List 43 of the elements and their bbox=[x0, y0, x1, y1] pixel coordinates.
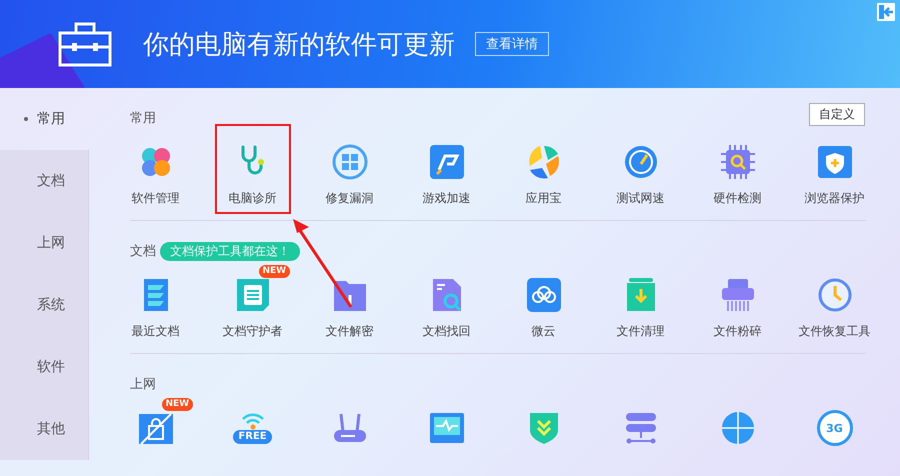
tool-button[interactable]: 浏览器保护 bbox=[796, 124, 872, 214]
tool-button[interactable]: 应用宝 bbox=[506, 124, 582, 214]
sidebar-item[interactable]: 常用 bbox=[0, 88, 89, 150]
chip-icon bbox=[720, 144, 756, 180]
sidebar-item[interactable]: 上网 bbox=[0, 212, 89, 274]
monitor-icon bbox=[428, 410, 464, 446]
globe-icon bbox=[720, 410, 756, 446]
section-title: 常用 bbox=[130, 110, 156, 127]
cloud-tile-icon bbox=[526, 277, 562, 313]
clock-restore-icon bbox=[816, 277, 852, 313]
network-3g-icon: 3G bbox=[816, 410, 852, 446]
tool-button[interactable]: 硬件检测 bbox=[700, 124, 776, 214]
tool-button[interactable]: 文件解密 bbox=[312, 257, 388, 347]
section-title: 文档 bbox=[130, 243, 156, 260]
section-title: 上网 bbox=[130, 376, 156, 393]
tool-button[interactable]: 微云 bbox=[506, 257, 582, 347]
exit-icon[interactable] bbox=[876, 2, 896, 22]
rocket-tile-icon bbox=[428, 144, 464, 180]
sidebar-item[interactable]: 文档 bbox=[0, 150, 89, 212]
document-icon bbox=[234, 277, 270, 313]
new-badge: NEW bbox=[258, 265, 290, 278]
tool-button[interactable]: 文档找回 bbox=[408, 257, 484, 347]
windows-repair-icon bbox=[332, 144, 368, 180]
browser-shield-icon bbox=[816, 144, 852, 180]
shredder-icon bbox=[720, 277, 756, 313]
tool-button[interactable]: 修复漏洞 bbox=[312, 124, 388, 214]
sidebar-item[interactable]: 软件 bbox=[0, 336, 89, 398]
tool-button[interactable]: 软件管理 bbox=[118, 124, 194, 214]
banner-title: 你的电脑有新的软件可更新 bbox=[143, 28, 455, 62]
view-details-button[interactable]: 查看详情 bbox=[475, 32, 549, 56]
tool-button[interactable]: 文件清理 bbox=[602, 257, 678, 347]
sidebar-item[interactable]: 系统 bbox=[0, 274, 89, 336]
sidebar-item[interactable]: 其他 bbox=[0, 398, 89, 460]
gauge-icon bbox=[622, 144, 658, 180]
tool-button[interactable]: 游戏加速 bbox=[408, 124, 484, 214]
tool-button[interactable]: 文件恢复工具 bbox=[796, 257, 872, 347]
new-badge: NEW bbox=[162, 398, 194, 411]
tool-button[interactable]: 电脑诊所 bbox=[214, 124, 290, 214]
tool-button[interactable]: 测试网速 bbox=[602, 124, 678, 214]
toolbox-icon bbox=[58, 21, 112, 67]
tip-bubble: 文档保护工具都在这！ bbox=[160, 242, 300, 260]
tool-button[interactable]: 文件粉碎 bbox=[700, 257, 776, 347]
customize-button[interactable]: 自定义 bbox=[809, 103, 865, 126]
